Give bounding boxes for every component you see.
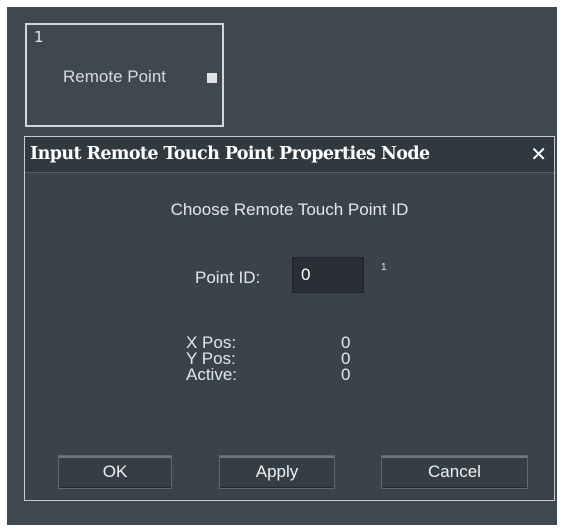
remote-point-node[interactable]: 1 Remote Point <box>25 23 224 127</box>
active-label: Active: <box>186 365 238 384</box>
dialog-titlebar[interactable]: Input Remote Touch Point Properties Node… <box>25 137 554 173</box>
point-id-superscript: 1 <box>381 262 387 273</box>
node-label: Remote Point <box>63 67 166 86</box>
point-id-label: Point ID: <box>195 268 261 287</box>
apply-button[interactable]: Apply <box>219 455 335 489</box>
properties-dialog: Input Remote Touch Point Properties Node… <box>24 136 555 501</box>
dialog-heading: Choose Remote Touch Point ID <box>170 200 409 219</box>
close-icon[interactable]: ✕ <box>530 142 547 166</box>
ok-button[interactable]: OK <box>58 455 172 489</box>
dialog-title: Input Remote Touch Point Properties Node <box>30 144 430 164</box>
node-editor-canvas: 1 Remote Point Input Remote Touch Point … <box>7 7 557 525</box>
cancel-button[interactable]: Cancel <box>381 455 528 489</box>
active-value: 0 <box>341 365 351 384</box>
node-output-port[interactable] <box>207 73 217 83</box>
node-index: 1 <box>34 28 44 46</box>
point-id-input[interactable] <box>292 257 364 293</box>
